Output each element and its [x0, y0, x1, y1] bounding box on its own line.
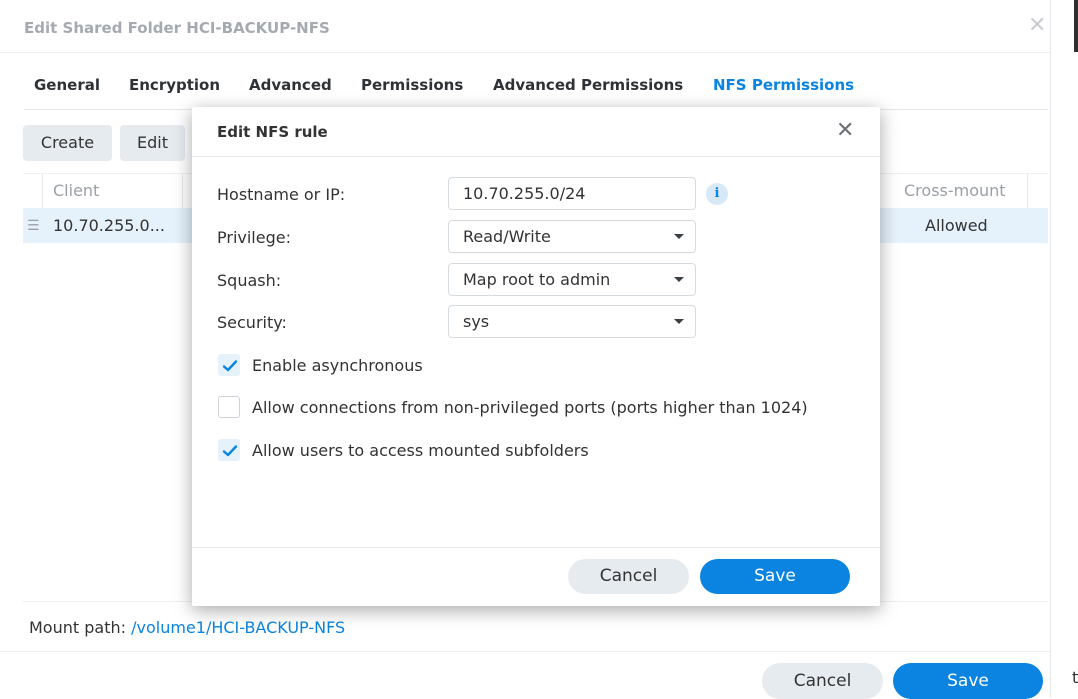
non-privileged-ports-checkbox[interactable] [218, 396, 240, 418]
check-icon [222, 445, 238, 457]
background-window-bar [1074, 0, 1078, 52]
column-divider [42, 174, 43, 209]
caret-down-icon [674, 234, 684, 239]
edit-button[interactable]: Edit [120, 125, 185, 161]
info-icon[interactable]: i [706, 183, 728, 205]
enable-async-checkbox[interactable] [218, 354, 240, 376]
close-icon[interactable]: ✕ [1028, 15, 1046, 37]
enable-async-label[interactable]: Enable asynchronous [252, 356, 423, 375]
security-label: Security: [217, 313, 287, 332]
squash-label: Squash: [217, 271, 282, 290]
tab-general[interactable]: General [34, 76, 100, 94]
hostname-label: Hostname or IP: [217, 185, 346, 204]
tab-advanced[interactable]: Advanced [249, 76, 332, 94]
mount-path-label: Mount path: [29, 618, 126, 637]
dialog-title-divider [192, 156, 880, 157]
title-divider [0, 52, 1050, 53]
drag-handle-icon[interactable]: ☰ [27, 208, 40, 244]
column-divider [182, 174, 183, 209]
background-window-text: t [1072, 668, 1078, 687]
tab-permissions[interactable]: Permissions [361, 76, 463, 94]
dialog-footer-divider [192, 547, 880, 548]
hostname-input[interactable]: 10.70.255.0/24 [448, 177, 696, 210]
tab-encryption[interactable]: Encryption [129, 76, 220, 94]
dialog-cancel-button[interactable]: Cancel [568, 559, 689, 594]
non-privileged-ports-label[interactable]: Allow connections from non-privileged po… [252, 398, 808, 417]
create-button[interactable]: Create [23, 125, 112, 161]
cell-cross-mount: Allowed [925, 216, 988, 235]
security-select[interactable]: sys [448, 305, 696, 338]
tab-nfs-permissions[interactable]: NFS Permissions [713, 76, 854, 94]
footer-divider [0, 651, 1050, 652]
mount-path-link[interactable]: /volume1/HCI-BACKUP-NFS [131, 618, 345, 637]
background-window-edge: t [1050, 0, 1078, 697]
save-button[interactable]: Save [893, 663, 1043, 699]
mount-path: Mount path: /volume1/HCI-BACKUP-NFS [29, 618, 345, 637]
column-cross-mount[interactable]: Cross-mount [904, 174, 1006, 209]
cell-client: 10.70.255.0... [53, 216, 165, 235]
column-client[interactable]: Client [53, 174, 99, 209]
squash-value: Map root to admin [463, 270, 611, 289]
security-value: sys [463, 312, 490, 331]
squash-select[interactable]: Map root to admin [448, 263, 696, 296]
close-icon[interactable]: ✕ [836, 120, 854, 142]
privilege-label: Privilege: [217, 228, 291, 247]
check-icon [222, 360, 238, 372]
tab-advanced-permissions[interactable]: Advanced Permissions [493, 76, 683, 94]
cancel-button[interactable]: Cancel [762, 663, 883, 699]
window-title: Edit Shared Folder HCI-BACKUP-NFS [24, 19, 330, 37]
caret-down-icon [674, 277, 684, 282]
mounted-subfolders-label[interactable]: Allow users to access mounted subfolders [252, 441, 589, 460]
column-divider [1027, 174, 1028, 209]
caret-down-icon [674, 319, 684, 324]
dialog-save-button[interactable]: Save [700, 559, 850, 594]
edit-nfs-rule-dialog: Edit NFS rule ✕ Hostname or IP: 10.70.25… [192, 107, 880, 606]
privilege-value: Read/Write [463, 227, 551, 246]
privilege-select[interactable]: Read/Write [448, 220, 696, 253]
dialog-title: Edit NFS rule [217, 123, 328, 141]
mounted-subfolders-checkbox[interactable] [218, 439, 240, 461]
